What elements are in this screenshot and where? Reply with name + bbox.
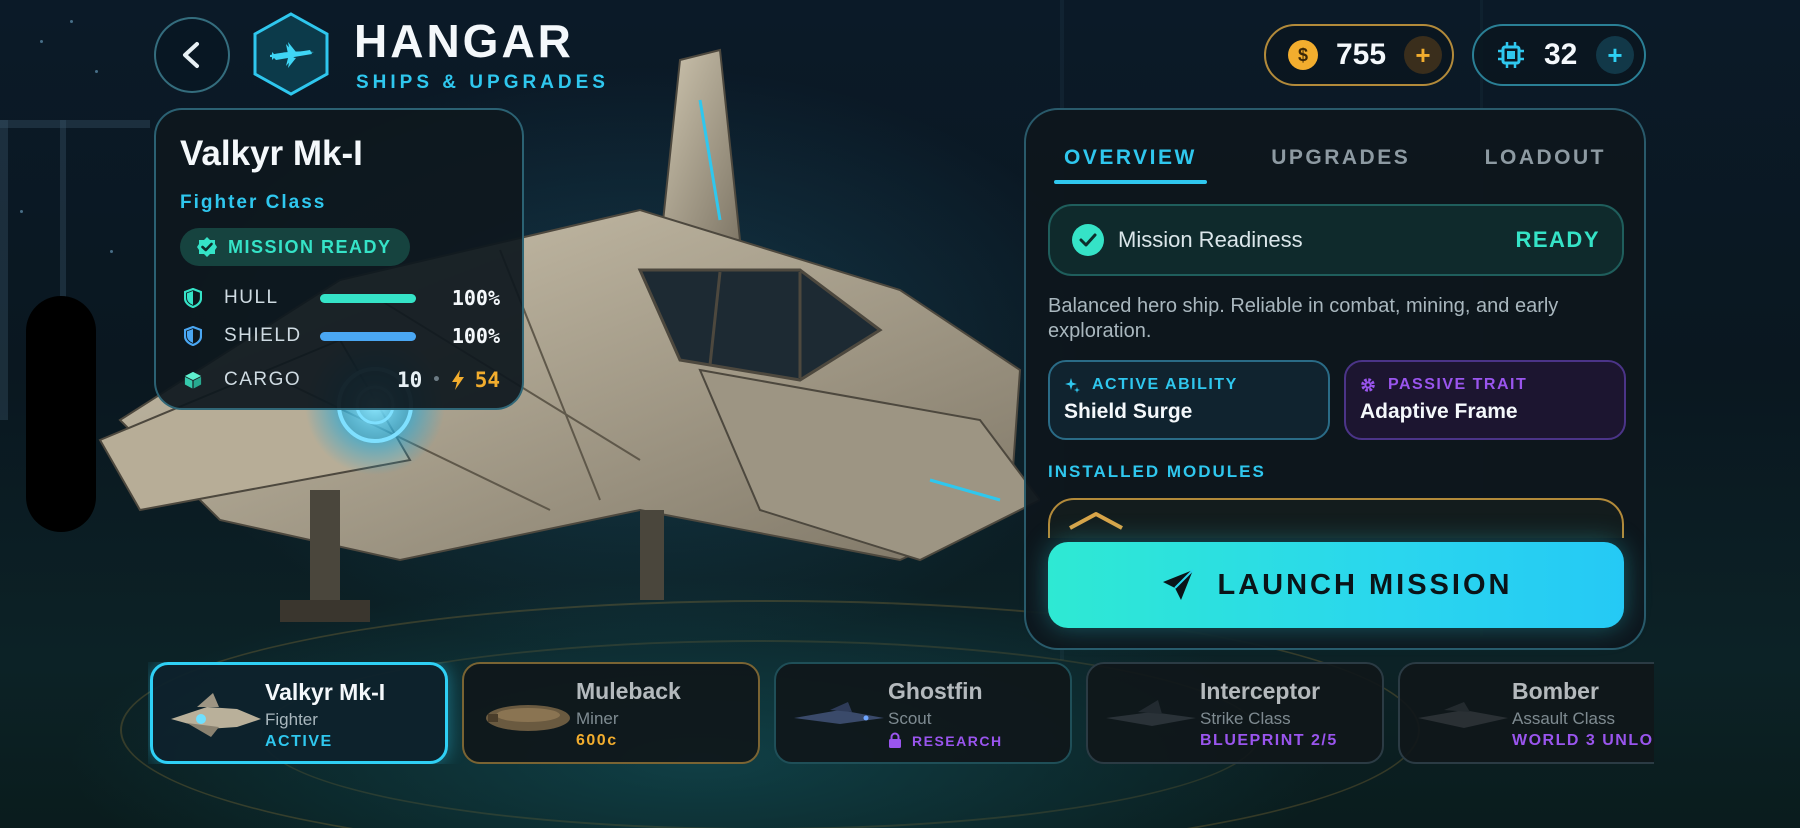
ship-card-status: ACTIVE <box>265 733 333 750</box>
shield-label: SHIELD <box>224 325 302 346</box>
ship-card-status: BLUEPRINT 2/5 <box>1200 732 1338 749</box>
ship-card-ghostfin[interactable]: Ghostfin Scout RESEARCH <box>774 662 1072 764</box>
ship-card-name: Muleback <box>576 678 681 704</box>
passive-trait-label: PASSIVE TRAIT <box>1388 376 1528 393</box>
ship-card-interceptor[interactable]: Interceptor Strike Class BLUEPRINT 2/5 <box>1086 662 1384 764</box>
cube-icon <box>184 371 202 389</box>
shield-icon <box>184 288 202 308</box>
ship-selector: Valkyr Mk-I Fighter ACTIVE Muleback Mine… <box>148 662 1654 764</box>
hull-bar <box>320 293 416 303</box>
readiness-status: READY <box>1515 227 1600 252</box>
shield-stat: SHIELD 100% <box>184 324 500 348</box>
ship-card-class: Assault Class <box>1512 709 1615 728</box>
lock-icon <box>889 732 901 748</box>
ship-card-status: 600c <box>576 732 618 749</box>
active-ability-card[interactable]: ACTIVE ABILITY Shield Surge <box>1048 360 1330 440</box>
airplane-icon <box>253 12 329 96</box>
sparkle-icon <box>1065 378 1080 393</box>
ship-description: Balanced hero ship. Reliable in combat, … <box>1048 295 1559 342</box>
passive-trait-heading: PASSIVE TRAIT <box>1360 376 1610 394</box>
ship-thumbnail <box>794 702 884 724</box>
passive-trait-card[interactable]: PASSIVE TRAIT Adaptive Frame <box>1344 360 1626 440</box>
ship-thumbnail <box>486 705 570 731</box>
cargo-label: CARGO <box>224 369 302 390</box>
ship-card-status: RESEARCH <box>888 732 1003 751</box>
mission-readiness-row: Mission Readiness READY <box>1048 204 1624 276</box>
tab-upgrades[interactable]: UPGRADES <box>1271 146 1410 184</box>
ship-thumbnail <box>1106 700 1196 726</box>
ship-name: Valkyr Mk-I <box>180 134 363 173</box>
chip-icon <box>1498 42 1524 68</box>
active-ability-heading: ACTIVE ABILITY <box>1064 376 1314 394</box>
ship-card-class: Scout <box>888 709 932 728</box>
ship-card-name: Bomber <box>1512 678 1599 704</box>
coins-value: 755 <box>1336 38 1387 71</box>
passive-trait-name: Adaptive Frame <box>1360 400 1518 423</box>
verified-badge-icon <box>197 237 217 257</box>
lightning-icon <box>451 370 464 390</box>
installed-modules-label: INSTALLED MODULES <box>1048 462 1266 481</box>
paper-plane-icon <box>1162 569 1194 600</box>
cargo-stat: CARGO 10 • 54 <box>184 368 500 392</box>
ship-info-panel: OVERVIEW UPGRADES LOADOUT Mission Readin… <box>1024 108 1646 650</box>
mission-ready-label: MISSION READY <box>228 236 392 257</box>
ship-card-status: WORLD 3 UNLOCK <box>1512 732 1654 749</box>
gear-icon <box>1361 378 1375 392</box>
ship-stats-card: Valkyr Mk-I Fighter Class MISSION READY … <box>154 108 524 410</box>
page-subtitle: SHIPS & UPGRADES <box>356 72 609 93</box>
cargo-value: 10 <box>396 368 423 392</box>
ship-card-valkyr[interactable]: Valkyr Mk-I Fighter ACTIVE <box>150 662 448 764</box>
side-drawer-handle[interactable] <box>26 296 96 532</box>
panel-tabs: OVERVIEW UPGRADES LOADOUT <box>1054 146 1606 184</box>
check-icon <box>1072 224 1104 256</box>
shield-icon <box>184 326 202 346</box>
hull-stat: HULL 100% <box>184 286 500 310</box>
mission-ready-badge: MISSION READY <box>180 228 410 266</box>
readiness-label: Mission Readiness <box>1118 227 1303 252</box>
active-ability-name: Shield Surge <box>1064 400 1193 423</box>
ship-card-name: Valkyr Mk-I <box>265 679 386 705</box>
shield-bar <box>320 331 416 341</box>
cargo-separator: • <box>432 372 441 388</box>
tab-loadout[interactable]: LOADOUT <box>1485 146 1606 184</box>
ship-card-class: Fighter <box>265 710 318 729</box>
launch-mission-label: LAUNCH MISSION <box>1217 568 1513 601</box>
tab-overview[interactable]: OVERVIEW <box>1054 146 1207 184</box>
ship-card-status-label: RESEARCH <box>912 733 1003 749</box>
active-ability-label: ACTIVE ABILITY <box>1092 376 1238 393</box>
chips-counter: 32 + <box>1472 24 1646 86</box>
coin-icon: $ <box>1288 40 1318 70</box>
chips-value: 32 <box>1544 38 1578 71</box>
shield-value: 100% <box>451 324 500 348</box>
back-button[interactable] <box>154 17 230 93</box>
add-coins-button[interactable]: + <box>1404 36 1442 74</box>
ship-card-class: Miner <box>576 709 619 728</box>
hull-label: HULL <box>224 287 279 308</box>
energy-value: 54 <box>474 368 500 392</box>
ship-card-name: Interceptor <box>1200 678 1321 704</box>
module-list[interactable] <box>1048 498 1624 538</box>
launch-mission-button[interactable]: LAUNCH MISSION <box>1048 542 1624 628</box>
cargo-values: 10 • 54 <box>397 368 500 392</box>
coins-counter: $ 755 + <box>1264 24 1454 86</box>
ship-card-muleback[interactable]: Muleback Miner 600c <box>462 662 760 764</box>
hull-value: 100% <box>451 286 500 310</box>
ship-thumbnail <box>1418 702 1508 728</box>
ship-class: Fighter Class <box>180 192 327 213</box>
ship-card-class: Strike Class <box>1200 709 1291 728</box>
chevron-up-icon <box>1069 512 1123 530</box>
ship-card-name: Ghostfin <box>888 678 983 704</box>
ship-thumbnail <box>171 693 261 737</box>
add-chips-button[interactable]: + <box>1596 36 1634 74</box>
page-title: HANGAR <box>354 15 574 67</box>
chevron-left-icon <box>183 42 199 68</box>
ship-card-bomber[interactable]: Bomber Assault Class WORLD 3 UNLOCK <box>1398 662 1654 764</box>
